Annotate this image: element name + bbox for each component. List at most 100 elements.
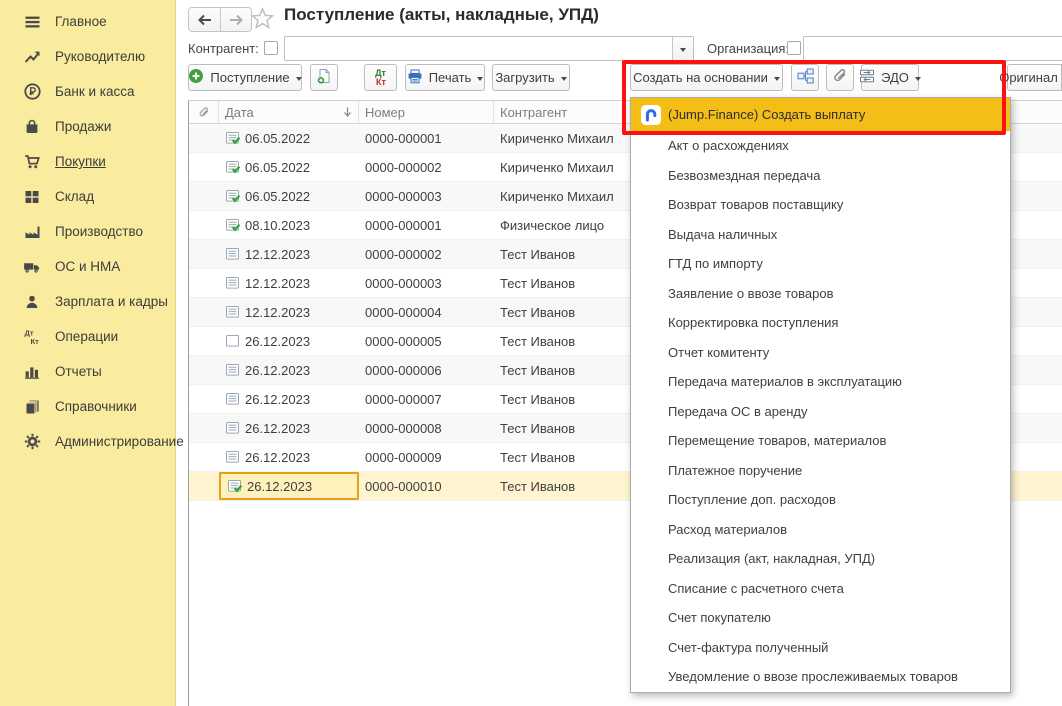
sections-sidebar: Главное Руководителю Банк и касса Продажи По… — [0, 0, 176, 706]
menu-item[interactable]: Передача материалов в эксплуатацию — [631, 367, 1010, 397]
app-window: Главное Руководителю Банк и касса Продажи По… — [0, 0, 1062, 706]
menu-item[interactable]: Списание с расчетного счета — [631, 574, 1010, 604]
create-based-on-button[interactable]: Создать на основании — [630, 64, 783, 91]
attachment-cell — [189, 153, 219, 181]
page-title: Поступление (акты, накладные, УПД) — [284, 5, 599, 25]
sidebar-item-sklad[interactable]: Склад — [0, 179, 175, 214]
posted-document-icon — [225, 132, 240, 145]
sidebar-item-prodazhi[interactable]: Продажи — [0, 109, 175, 144]
sidebar-item-rukovoditelyu[interactable]: Руководителю — [0, 39, 175, 74]
menu-item[interactable]: Отчет комитенту — [631, 338, 1010, 368]
sidebar-item-label: Руководителю — [55, 49, 145, 64]
menu-item-label: Перемещение товаров, материалов — [668, 433, 886, 448]
menu-item-label: ГТД по импорту — [668, 256, 763, 271]
menu-item[interactable]: Передача ОС в аренду — [631, 397, 1010, 427]
date-cell: 26.12.2023 — [219, 385, 359, 413]
column-header-date[interactable]: Дата — [219, 101, 359, 123]
organization-filter-input[interactable] — [804, 37, 1062, 60]
ruble-circle-icon — [22, 82, 42, 102]
load-button[interactable]: Загрузить — [492, 64, 570, 91]
menu-item-label: Уведомление о ввозе прослеживаемых товар… — [668, 669, 958, 684]
chevron-down-icon — [774, 77, 780, 81]
sidebar-item-label: Покупки — [55, 154, 106, 169]
back-button[interactable] — [189, 8, 220, 31]
sidebar-item-label: Производство — [55, 224, 143, 239]
edo-label: ЭДО — [881, 70, 909, 85]
date-cell: 26.12.2023 — [219, 472, 359, 500]
counterparty-column-label: Контрагент — [500, 105, 567, 120]
menu-item[interactable]: Счет-фактура полученный — [631, 633, 1010, 663]
menu-item[interactable]: Корректировка поступления — [631, 308, 1010, 338]
menu-item[interactable]: Заявление о ввозе товаров — [631, 279, 1010, 309]
structure-icon — [797, 68, 814, 87]
edo-documents-icon — [859, 68, 875, 87]
menu-item[interactable]: Расход материалов — [631, 515, 1010, 545]
menu-item-highlighted[interactable]: (Jump.Finance) Создать выплату — [631, 98, 1010, 131]
sidebar-item-label: Продажи — [55, 119, 111, 134]
sidebar-item-label: Главное — [55, 14, 107, 29]
new-receipt-button[interactable]: Поступление — [188, 64, 302, 91]
counterparty-filter-checkbox[interactable] — [264, 41, 278, 55]
sidebar-item-pokupki[interactable]: Покупки — [0, 144, 175, 179]
organization-filter-label: Организация: — [707, 41, 789, 56]
menu-item[interactable]: Безвозмездная передача — [631, 161, 1010, 191]
sidebar-item-spravochniki[interactable]: Справочники — [0, 389, 175, 424]
date-value: 06.05.2022 — [245, 131, 310, 146]
sidebar-item-operatsii[interactable]: ДтКтОперации — [0, 319, 175, 354]
original-button[interactable]: Оригинал — [1007, 64, 1062, 91]
column-header-attachment[interactable] — [189, 101, 219, 123]
sidebar-item-otchety[interactable]: Отчеты — [0, 354, 175, 389]
edo-button[interactable]: ЭДО — [861, 64, 919, 91]
date-cell: 12.12.2023 — [219, 298, 359, 326]
document-icon — [225, 393, 240, 406]
date-value: 26.12.2023 — [245, 450, 310, 465]
document-icon — [225, 422, 240, 435]
menu-item[interactable]: Возврат товаров поставщику — [631, 190, 1010, 220]
menu-item-label: (Jump.Finance) Создать выплату — [668, 107, 865, 122]
column-header-number[interactable]: Номер — [359, 101, 494, 123]
truck-icon — [22, 257, 42, 277]
factory-icon — [22, 222, 42, 242]
sidebar-item-administrirovanie[interactable]: Администрирование — [0, 424, 175, 459]
counterparty-filter-input[interactable] — [285, 37, 672, 60]
load-label: Загрузить — [495, 70, 554, 85]
menu-item[interactable]: Акт о расхождениях — [631, 131, 1010, 161]
menu-item[interactable]: Поступление доп. расходов — [631, 485, 1010, 515]
date-cell: 08.10.2023 — [219, 211, 359, 239]
counterparty-dropdown-button[interactable] — [672, 37, 693, 60]
sidebar-item-proizvodstvo[interactable]: Производство — [0, 214, 175, 249]
cart-icon — [22, 152, 42, 172]
related-documents-button[interactable] — [791, 64, 819, 91]
sidebar-item-label: Зарплата и кадры — [55, 294, 168, 309]
date-value: 12.12.2023 — [245, 276, 310, 291]
menu-item-label: Отчет комитенту — [668, 345, 769, 360]
sidebar-item-bank-i-kassa[interactable]: Банк и касса — [0, 74, 175, 109]
bar-chart-icon — [22, 362, 42, 382]
date-value: 26.12.2023 — [245, 421, 310, 436]
date-value: 26.12.2023 — [245, 334, 310, 349]
copy-button[interactable] — [310, 64, 338, 91]
attachment-cell — [189, 385, 219, 413]
menu-item[interactable]: Счет покупателю — [631, 603, 1010, 633]
menu-item[interactable]: Уведомление о ввозе прослеживаемых товар… — [631, 662, 1010, 692]
sidebar-item-os-i-nma[interactable]: ОС и НМА — [0, 249, 175, 284]
favorite-star-icon[interactable] — [251, 7, 274, 30]
dtkt-postings-button[interactable]: ДтКт — [364, 64, 397, 91]
menu-item-label: Корректировка поступления — [668, 315, 838, 330]
menu-item[interactable]: Реализация (акт, накладная, УПД) — [631, 544, 1010, 574]
attachment-cell — [189, 211, 219, 239]
printer-icon — [407, 69, 423, 87]
attachments-button[interactable] — [826, 64, 854, 91]
menu-item[interactable]: Выдача наличных — [631, 220, 1010, 250]
menu-item[interactable]: ГТД по импорту — [631, 249, 1010, 279]
number-cell: 0000-000002 — [359, 240, 494, 268]
menu-item[interactable]: Перемещение товаров, материалов — [631, 426, 1010, 456]
date-value: 26.12.2023 — [247, 479, 312, 494]
organization-filter-checkbox[interactable] — [787, 41, 801, 55]
menu-item[interactable]: Платежное поручение — [631, 456, 1010, 486]
new-receipt-label: Поступление — [210, 70, 289, 85]
print-button[interactable]: Печать — [405, 64, 485, 91]
sidebar-item-glavnoe[interactable]: Главное — [0, 4, 175, 39]
sidebar-item-zarplata-i-kadry[interactable]: Зарплата и кадры — [0, 284, 175, 319]
forward-button[interactable] — [220, 8, 251, 31]
